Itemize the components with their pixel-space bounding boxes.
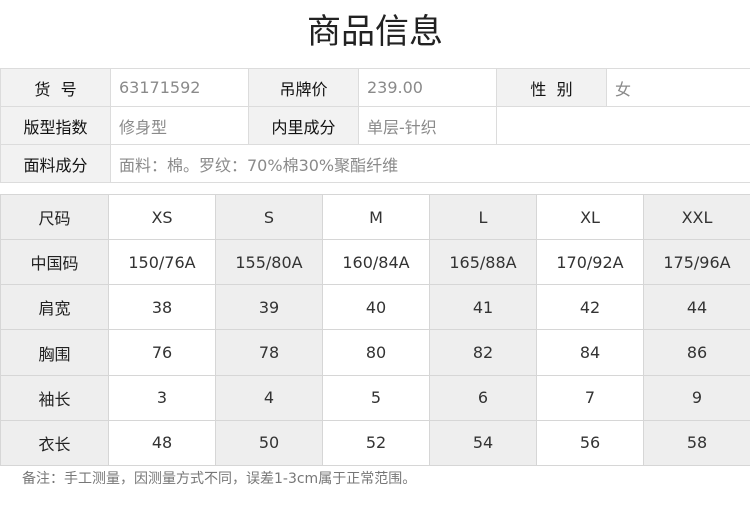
- size-cell: 155/80A: [215, 239, 323, 286]
- size-cell: 165/88A: [429, 239, 537, 286]
- size-row-label: 肩宽: [0, 284, 109, 331]
- size-cell: 56: [536, 419, 644, 467]
- size-cell: 80: [322, 329, 430, 376]
- size-cell: 6: [429, 374, 537, 421]
- item-no-value: 63171592: [110, 68, 249, 107]
- size-cell: 150/76A: [108, 239, 216, 286]
- gender-label: 性 别: [496, 68, 607, 107]
- size-cell: 52: [322, 419, 430, 467]
- size-row-label: 胸围: [0, 329, 109, 376]
- page-title: 商品信息: [307, 12, 443, 52]
- size-cell: 9: [643, 374, 750, 421]
- info-row: 货 号 63171592 吊牌价 239.00 性 别 女: [0, 68, 750, 107]
- size-cell: 170/92A: [536, 239, 644, 286]
- lining-value: 单层-针织: [358, 106, 497, 145]
- size-cell: 5: [322, 374, 430, 421]
- size-cell: 41: [429, 284, 537, 331]
- size-row-label: 袖长: [0, 374, 109, 421]
- size-row-label: 衣长: [0, 419, 109, 467]
- fit-value: 修身型: [110, 106, 249, 145]
- info-row: 版型指数 修身型 内里成分 单层-针织: [0, 106, 750, 145]
- size-row: 袖长 3 4 5 6 7 9: [0, 374, 750, 421]
- size-header-cell: XS: [108, 193, 216, 241]
- size-cell: 175/96A: [643, 239, 750, 286]
- size-header-cell: S: [215, 193, 323, 241]
- size-header-cell: XXL: [643, 193, 750, 241]
- fit-label: 版型指数: [0, 106, 111, 145]
- size-cell: 38: [108, 284, 216, 331]
- size-row: 中国码 150/76A 155/80A 160/84A 165/88A 170/92A 17…: [0, 239, 750, 286]
- fabric-value: 面料：棉。罗纹：70%棉30%聚酯纤维: [110, 144, 750, 183]
- size-cell: 7: [536, 374, 644, 421]
- size-cell: 44: [643, 284, 750, 331]
- size-row: 肩宽 38 39 40 41 42 44: [0, 284, 750, 331]
- size-row: 胸围 76 78 80 82 84 86: [0, 329, 750, 376]
- size-cell: 39: [215, 284, 323, 331]
- size-cell: 48: [108, 419, 216, 467]
- tag-price-value: 239.00: [358, 68, 497, 107]
- footnote: 备注：手工测量，因测量方式不同，误差1-3cm属于正常范围。: [22, 471, 417, 487]
- size-cell: 3: [108, 374, 216, 421]
- size-cell: 78: [215, 329, 323, 376]
- size-cell: 76: [108, 329, 216, 376]
- size-cell: 82: [429, 329, 537, 376]
- size-cell: 50: [215, 419, 323, 467]
- size-header-cell: M: [322, 193, 430, 241]
- gender-value: 女: [606, 68, 750, 107]
- size-cell: 58: [643, 419, 750, 467]
- size-header-row: 尺码 XS S M L XL XXL: [0, 193, 750, 241]
- item-no-label: 货 号: [0, 68, 111, 107]
- lining-label: 内里成分: [248, 106, 359, 145]
- product-info-table: 货 号 63171592 吊牌价 239.00 性 别 女 版型指数 修身型 内…: [0, 68, 750, 183]
- info-empty-cell: [496, 106, 750, 145]
- info-row: 面料成分 面料：棉。罗纹：70%棉30%聚酯纤维: [0, 144, 750, 183]
- size-row: 衣长 48 50 52 54 56 58: [0, 419, 750, 467]
- size-header-cell: L: [429, 193, 537, 241]
- size-header-cell: XL: [536, 193, 644, 241]
- size-cell: 160/84A: [322, 239, 430, 286]
- size-cell: 86: [643, 329, 750, 376]
- size-header-label: 尺码: [0, 193, 109, 241]
- size-cell: 40: [322, 284, 430, 331]
- size-cell: 4: [215, 374, 323, 421]
- tag-price-label: 吊牌价: [248, 68, 359, 107]
- size-cell: 42: [536, 284, 644, 331]
- fabric-label: 面料成分: [0, 144, 111, 183]
- size-cell: 54: [429, 419, 537, 467]
- size-row-label: 中国码: [0, 239, 109, 286]
- size-chart-table: 尺码 XS S M L XL XXL 中国码 150/76A 155/80A 160/84A 165/…: [0, 193, 750, 467]
- size-cell: 84: [536, 329, 644, 376]
